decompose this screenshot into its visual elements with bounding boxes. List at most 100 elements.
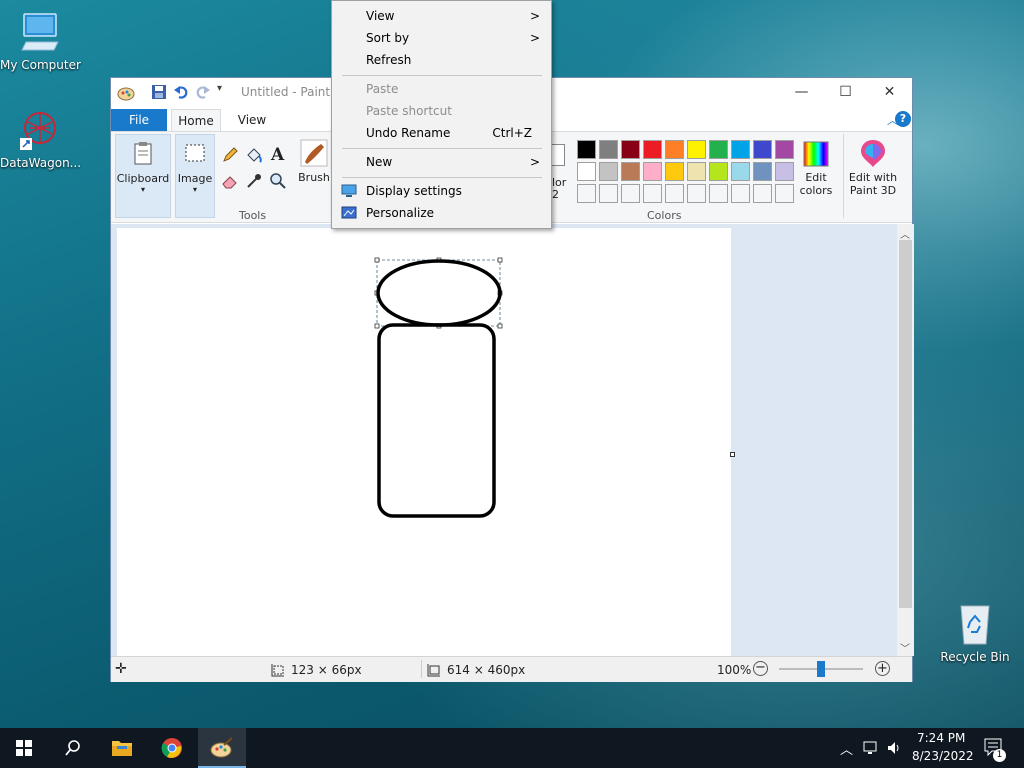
eraser-icon[interactable]: [221, 172, 239, 190]
paint-3d-icon: [861, 140, 885, 167]
palette-swatch[interactable]: [577, 162, 596, 181]
palette-swatch-empty[interactable]: [709, 184, 728, 203]
color-2-swatch[interactable]: [551, 144, 565, 166]
brushes-button[interactable]: Brush: [297, 134, 331, 218]
scroll-down-icon[interactable]: ﹀: [900, 640, 910, 655]
palette-swatch[interactable]: [775, 162, 794, 181]
taskbar-file-explorer[interactable]: [98, 728, 146, 768]
clock-time[interactable]: 7:24 PM: [917, 731, 965, 745]
color-spectrum-icon: [803, 141, 829, 167]
desktop-icon-datawagon[interactable]: DataWagon...: [0, 108, 81, 170]
palette-swatch-empty[interactable]: [731, 184, 750, 203]
palette-swatch[interactable]: [687, 162, 706, 181]
menu-item-label: Sort by: [366, 31, 410, 45]
pencil-icon[interactable]: [221, 146, 239, 164]
computer-icon: [21, 13, 59, 51]
show-hidden-icons[interactable]: ︿: [840, 739, 853, 758]
palette-swatch[interactable]: [753, 162, 772, 181]
redo-icon[interactable]: [195, 84, 211, 100]
start-button[interactable]: [0, 728, 48, 768]
palette-swatch-empty[interactable]: [621, 184, 640, 203]
palette-swatch-empty[interactable]: [687, 184, 706, 203]
minimize-button[interactable]: —: [779, 78, 824, 106]
drawing-canvas[interactable]: [117, 228, 731, 656]
canvas-resize-handle[interactable]: [730, 452, 735, 457]
menu-item-paste-shortcut[interactable]: Paste shortcut: [333, 100, 550, 122]
vertical-scrollbar[interactable]: ︿ ﹀: [897, 224, 914, 656]
customize-quick-access-icon[interactable]: ▾: [217, 83, 222, 94]
taskbar-paint[interactable]: [198, 728, 246, 768]
edit-with-paint-3d-button[interactable]: Edit with Paint 3D: [847, 134, 899, 204]
palette-swatch[interactable]: [643, 140, 662, 159]
palette-swatch[interactable]: [665, 162, 684, 181]
palette-swatch[interactable]: [621, 162, 640, 181]
volume-icon[interactable]: [886, 740, 902, 756]
palette-swatch[interactable]: [599, 162, 618, 181]
palette-swatch-empty[interactable]: [577, 184, 596, 203]
palette-swatch[interactable]: [731, 140, 750, 159]
selection-handle[interactable]: [374, 257, 380, 263]
menu-item-new[interactable]: New >: [333, 151, 550, 173]
edit-colors-button[interactable]: Edit colors: [795, 134, 837, 204]
tab-file[interactable]: File: [111, 109, 167, 131]
tab-view[interactable]: View: [229, 109, 275, 131]
palette-swatch[interactable]: [709, 140, 728, 159]
palette-swatch-empty[interactable]: [665, 184, 684, 203]
fill-icon[interactable]: [245, 146, 263, 164]
selection-handle[interactable]: [497, 257, 503, 263]
canvas-area: [111, 224, 897, 656]
menu-item-personalize[interactable]: Personalize: [333, 202, 550, 224]
clipboard-button[interactable]: Clipboard ▾: [115, 134, 171, 218]
menu-item-paste[interactable]: Paste: [333, 78, 550, 100]
palette-swatch[interactable]: [687, 140, 706, 159]
network-icon[interactable]: [862, 740, 880, 756]
tab-home[interactable]: Home: [171, 109, 221, 131]
palette-swatch[interactable]: [775, 140, 794, 159]
palette-swatch-empty[interactable]: [775, 184, 794, 203]
close-button[interactable]: ✕: [867, 78, 912, 106]
search-button[interactable]: [48, 728, 96, 768]
menu-item-undo-rename[interactable]: Undo Rename Ctrl+Z: [333, 122, 550, 144]
palette-swatch[interactable]: [577, 140, 596, 159]
palette-swatch[interactable]: [753, 140, 772, 159]
scrollbar-thumb[interactable]: [899, 240, 912, 608]
palette-swatch[interactable]: [621, 140, 640, 159]
palette-swatch[interactable]: [709, 162, 728, 181]
image-size: 614 × 460px: [447, 663, 526, 677]
color-picker-icon[interactable]: [245, 172, 263, 190]
zoom-in-button[interactable]: +: [875, 661, 890, 676]
desktop-icon-my-computer[interactable]: My Computer: [0, 10, 81, 72]
desktop-icon-recycle-bin[interactable]: Recycle Bin: [935, 602, 1015, 664]
image-button[interactable]: Image ▾: [175, 134, 215, 218]
palette-swatch[interactable]: [665, 140, 684, 159]
magnifier-icon[interactable]: [269, 172, 287, 190]
palette-swatch-empty[interactable]: [599, 184, 618, 203]
selection-handle[interactable]: [497, 323, 503, 329]
maximize-button[interactable]: ☐: [823, 78, 868, 106]
scroll-up-icon[interactable]: ︿: [900, 226, 910, 241]
menu-item-display-settings[interactable]: Display settings: [333, 180, 550, 202]
save-icon[interactable]: [151, 84, 167, 100]
zoom-slider-thumb[interactable]: [817, 661, 825, 677]
palette-swatch-empty[interactable]: [753, 184, 772, 203]
text-icon[interactable]: A: [269, 144, 287, 164]
paint-icon: [210, 737, 233, 758]
windows-logo-icon: [16, 740, 32, 756]
undo-icon[interactable]: [173, 84, 189, 100]
menu-item-sort-by[interactable]: Sort by >: [333, 27, 550, 49]
menu-item-refresh[interactable]: Refresh: [333, 49, 550, 71]
palette-swatch[interactable]: [643, 162, 662, 181]
taskbar-chrome[interactable]: [148, 728, 196, 768]
help-icon[interactable]: ?: [895, 111, 911, 127]
zoom-out-button[interactable]: −: [753, 661, 768, 676]
selection-handle[interactable]: [374, 323, 380, 329]
notification-badge: 1: [993, 749, 1006, 762]
svg-text:A: A: [270, 145, 285, 164]
palette-swatch[interactable]: [599, 140, 618, 159]
menu-item-label: New: [366, 155, 393, 169]
palette-swatch[interactable]: [731, 162, 750, 181]
menu-item-view[interactable]: View >: [333, 5, 550, 27]
palette-swatch-empty[interactable]: [643, 184, 662, 203]
clock-date[interactable]: 8/23/2022: [912, 749, 974, 763]
rounded-rectangle-shape: [377, 323, 496, 518]
